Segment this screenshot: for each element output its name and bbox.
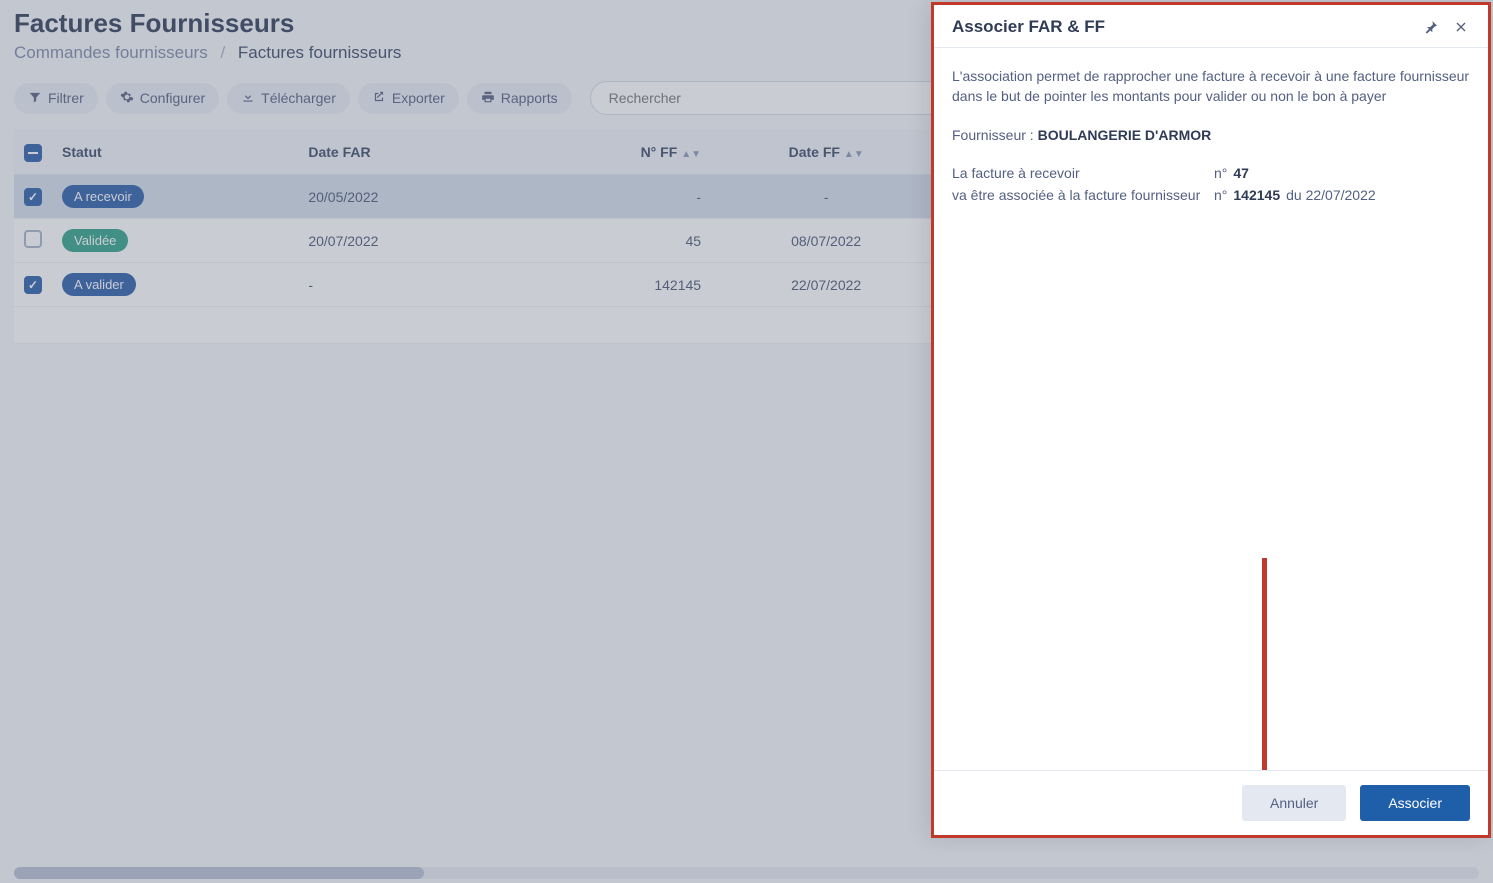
cell-date-ff: 08/07/2022 — [711, 219, 941, 263]
cell-n-ff: - — [516, 175, 711, 219]
download-label: Télécharger — [261, 90, 336, 106]
select-all-checkbox[interactable] — [24, 144, 42, 162]
configure-button[interactable]: Configurer — [106, 83, 219, 114]
printer-icon — [481, 90, 495, 107]
panel-title: Associer FAR & FF — [952, 17, 1410, 37]
download-icon — [241, 90, 255, 107]
row-checkbox[interactable] — [24, 276, 42, 294]
export-button[interactable]: Exporter — [358, 83, 459, 114]
filter-button[interactable]: Filtrer — [14, 83, 98, 114]
panel-supplier: Fournisseur : BOULANGERIE D'ARMOR — [952, 125, 1470, 145]
annotation-arrow — [1250, 558, 1278, 770]
panel-association-details: La facture à recevoir n° 47 va être asso… — [952, 163, 1470, 206]
row-checkbox[interactable] — [24, 188, 42, 206]
cell-n-ff: 142145 — [516, 263, 711, 307]
reports-label: Rapports — [501, 90, 558, 106]
associate-panel: Associer FAR & FF L'association permet d… — [931, 2, 1491, 838]
status-badge: A recevoir — [62, 185, 144, 208]
configure-label: Configurer — [140, 90, 205, 106]
col-date-far[interactable]: Date FAR — [298, 129, 516, 175]
close-icon[interactable] — [1452, 18, 1470, 36]
cell-n-ff: 45 — [516, 219, 711, 263]
col-date-ff[interactable]: Date FF▲▼ — [711, 129, 941, 175]
pin-icon[interactable] — [1422, 18, 1440, 36]
status-badge: Validée — [62, 229, 128, 252]
cell-date-ff: 22/07/2022 — [711, 263, 941, 307]
col-n-ff[interactable]: N° FF▲▼ — [516, 129, 711, 175]
download-button[interactable]: Télécharger — [227, 83, 350, 114]
status-badge: A valider — [62, 273, 136, 296]
horizontal-scrollbar[interactable] — [14, 867, 1479, 879]
breadcrumb-parent[interactable]: Commandes fournisseurs — [14, 43, 208, 62]
associate-button[interactable]: Associer — [1360, 785, 1470, 821]
export-icon — [372, 90, 386, 107]
filter-label: Filtrer — [48, 90, 84, 106]
breadcrumb-current: Factures fournisseurs — [238, 43, 401, 62]
cell-date-far: 20/07/2022 — [298, 219, 516, 263]
cell-date-ff: - — [711, 175, 941, 219]
filter-icon — [28, 90, 42, 107]
cancel-button[interactable]: Annuler — [1242, 785, 1346, 821]
row-checkbox[interactable] — [24, 230, 42, 248]
cell-date-far: 20/05/2022 — [298, 175, 516, 219]
col-statut[interactable]: Statut — [52, 129, 298, 175]
reports-button[interactable]: Rapports — [467, 83, 572, 114]
panel-description: L'association permet de rapprocher une f… — [952, 66, 1470, 107]
gear-icon — [120, 90, 134, 107]
export-label: Exporter — [392, 90, 445, 106]
breadcrumb-separator: / — [220, 43, 225, 62]
cell-date-far: - — [298, 263, 516, 307]
